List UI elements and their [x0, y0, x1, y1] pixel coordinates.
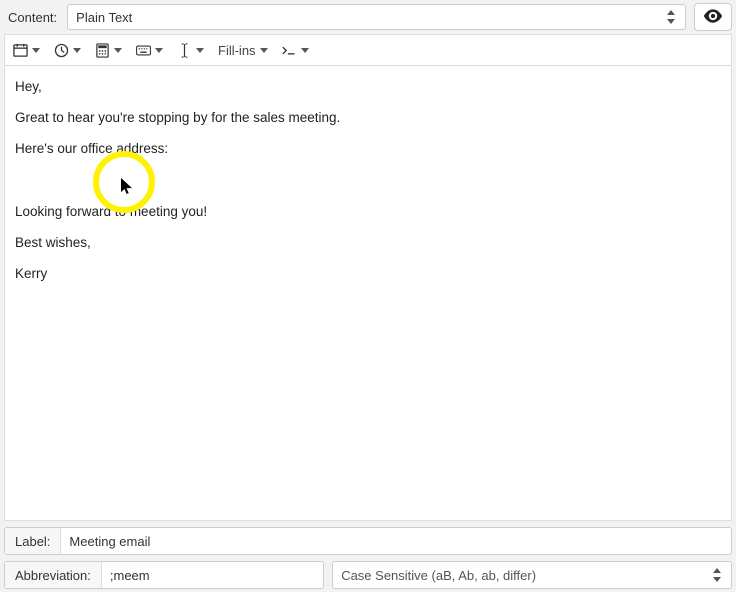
- abbreviation-field-row: Abbreviation:: [4, 561, 324, 589]
- chevron-down-icon: [32, 48, 40, 53]
- case-sensitivity-value: Case Sensitive (aB, Ab, ab, differ): [341, 568, 713, 583]
- editor-line: Here's our office address:: [15, 140, 721, 158]
- insert-cursor-menu[interactable]: [177, 41, 204, 59]
- fillins-label: Fill-ins: [218, 43, 256, 58]
- chevron-down-icon: [301, 48, 309, 53]
- prompt-icon: [282, 43, 297, 58]
- select-stepper-icon: [667, 10, 677, 24]
- abbreviation-field-label: Abbreviation:: [5, 562, 102, 588]
- text-cursor-icon: [177, 43, 192, 58]
- case-sensitivity-select[interactable]: Case Sensitive (aB, Ab, ab, differ): [332, 561, 732, 589]
- chevron-down-icon: [114, 48, 122, 53]
- label-field-row: Label:: [4, 527, 732, 555]
- calculator-icon: [95, 43, 110, 58]
- chevron-down-icon: [155, 48, 163, 53]
- chevron-down-icon: [196, 48, 204, 53]
- insert-key-menu[interactable]: [136, 41, 163, 59]
- chevron-down-icon: [73, 48, 81, 53]
- editor-line: Looking forward to meeting you!: [15, 203, 721, 221]
- content-type-row: Content: Plain Text: [0, 0, 736, 34]
- snippet-editor[interactable]: Hey, Great to hear you're stopping by fo…: [4, 65, 732, 521]
- fillins-menu[interactable]: Fill-ins: [218, 41, 268, 59]
- label-field-label: Label:: [5, 528, 61, 554]
- content-type-value: Plain Text: [76, 10, 667, 25]
- eye-icon: [703, 9, 723, 26]
- editor-toolbar: Fill-ins: [4, 34, 732, 65]
- clock-icon: [54, 43, 69, 58]
- preview-button[interactable]: [694, 3, 732, 31]
- insert-math-menu[interactable]: [95, 41, 122, 59]
- label-input[interactable]: [61, 528, 731, 554]
- content-type-select[interactable]: Plain Text: [67, 4, 686, 30]
- abbreviation-input[interactable]: [102, 562, 323, 588]
- select-stepper-icon: [713, 568, 723, 582]
- chevron-down-icon: [260, 48, 268, 53]
- snippet-meta: Label: Abbreviation: Case Sensitive (aB,…: [4, 527, 732, 589]
- editor-line: [15, 172, 721, 190]
- keyboard-icon: [136, 43, 151, 58]
- editor-line: Best wishes,: [15, 234, 721, 252]
- editor-line: Hey,: [15, 78, 721, 96]
- editor-line: Great to hear you're stopping by for the…: [15, 109, 721, 127]
- insert-time-menu[interactable]: [54, 41, 81, 59]
- content-label: Content:: [6, 10, 59, 25]
- calendar-icon: [13, 43, 28, 58]
- editor-line: Kerry: [15, 265, 721, 283]
- script-menu[interactable]: [282, 41, 309, 59]
- insert-date-menu[interactable]: [13, 41, 40, 59]
